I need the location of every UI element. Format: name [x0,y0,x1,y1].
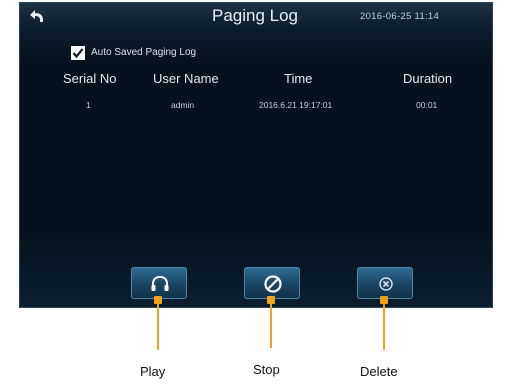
stop-button[interactable] [244,267,300,299]
cell-serial-no: 1 [86,100,91,110]
back-button[interactable] [26,7,48,27]
column-serial-no: Serial No [63,71,117,86]
auto-saved-label: Auto Saved Paging Log [91,47,197,58]
device-screen: Paging Log 2016-06-25 11:14 Auto Saved P… [19,2,493,308]
delete-circle-icon [379,277,393,291]
column-time: Time [284,71,313,86]
stop-callout-line [270,300,272,348]
stop-circle-icon [264,275,282,293]
page-title: Paging Log [211,6,299,25]
cell-duration: 00:01 [416,100,438,110]
delete-callout-line [383,300,385,350]
play-callout-line [157,300,159,350]
headphones-icon [151,275,169,291]
delete-button[interactable] [357,267,413,299]
play-button[interactable] [131,267,187,299]
column-user-name: User Name [153,71,219,86]
back-arrow-icon [30,10,43,22]
delete-callout-label: Delete [360,364,398,379]
cell-user-name: admin [171,100,195,110]
play-callout-label: Play [140,364,166,379]
status-datetime: 2016-06-25 11:14 [360,11,440,22]
column-duration: Duration [403,71,453,86]
table-header: Serial No User Name Time Duration [20,71,494,91]
cell-time: 2016.6.21 19:17:01 [259,100,333,110]
stop-callout-label: Stop [253,362,280,377]
auto-saved-checkbox[interactable] [71,46,85,60]
table-row[interactable]: 1 admin 2016.6.21 19:17:01 00:01 [20,100,494,114]
